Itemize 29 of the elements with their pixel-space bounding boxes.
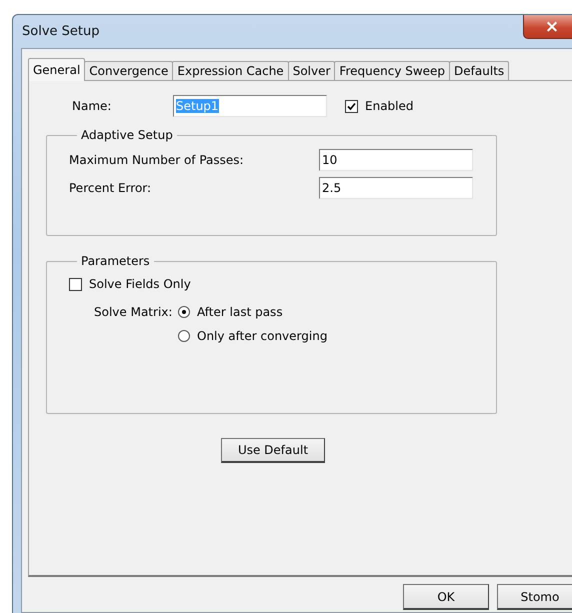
name-label: Name:	[72, 99, 112, 113]
tab[interactable]: General	[28, 58, 86, 81]
enabled-label: Enabled	[365, 99, 414, 113]
dialog-button[interactable]: OK	[403, 584, 489, 610]
solve-fields-checkbox[interactable]	[69, 278, 82, 290]
tab[interactable]: Expression Cache	[172, 61, 289, 81]
window-title: Solve Setup	[22, 24, 100, 39]
radio-button[interactable]	[178, 306, 190, 318]
tab[interactable]: Convergence	[84, 61, 174, 81]
tab[interactable]: Frequency Sweep	[334, 61, 450, 81]
radio-label: After last pass	[197, 305, 283, 319]
check-icon	[347, 102, 356, 110]
input-field[interactable]: 2.5	[319, 177, 473, 199]
radio-button[interactable]	[178, 330, 190, 342]
field-label: Percent Error:	[69, 181, 152, 195]
enabled-checkbox[interactable]	[345, 100, 358, 112]
radio-label: Only after converging	[197, 329, 328, 343]
dialog-button[interactable]: Stomo	[497, 584, 572, 610]
input-field[interactable]: 10	[319, 149, 473, 171]
solve-matrix-label: Solve Matrix:	[94, 304, 174, 321]
group-title: Adaptive Setup	[80, 128, 174, 142]
field-label: Maximum Number of Passes:	[69, 153, 244, 167]
tab[interactable]: Defaults	[449, 61, 510, 81]
close-button[interactable]: ×	[523, 15, 572, 39]
tab[interactable]: Solver	[288, 61, 336, 81]
group-title: Parameters	[80, 254, 151, 268]
name-value: Setup1	[176, 99, 219, 113]
checkbox-label: Solve Fields Only	[89, 277, 191, 291]
use-default-button[interactable]: Use Default	[221, 438, 325, 463]
